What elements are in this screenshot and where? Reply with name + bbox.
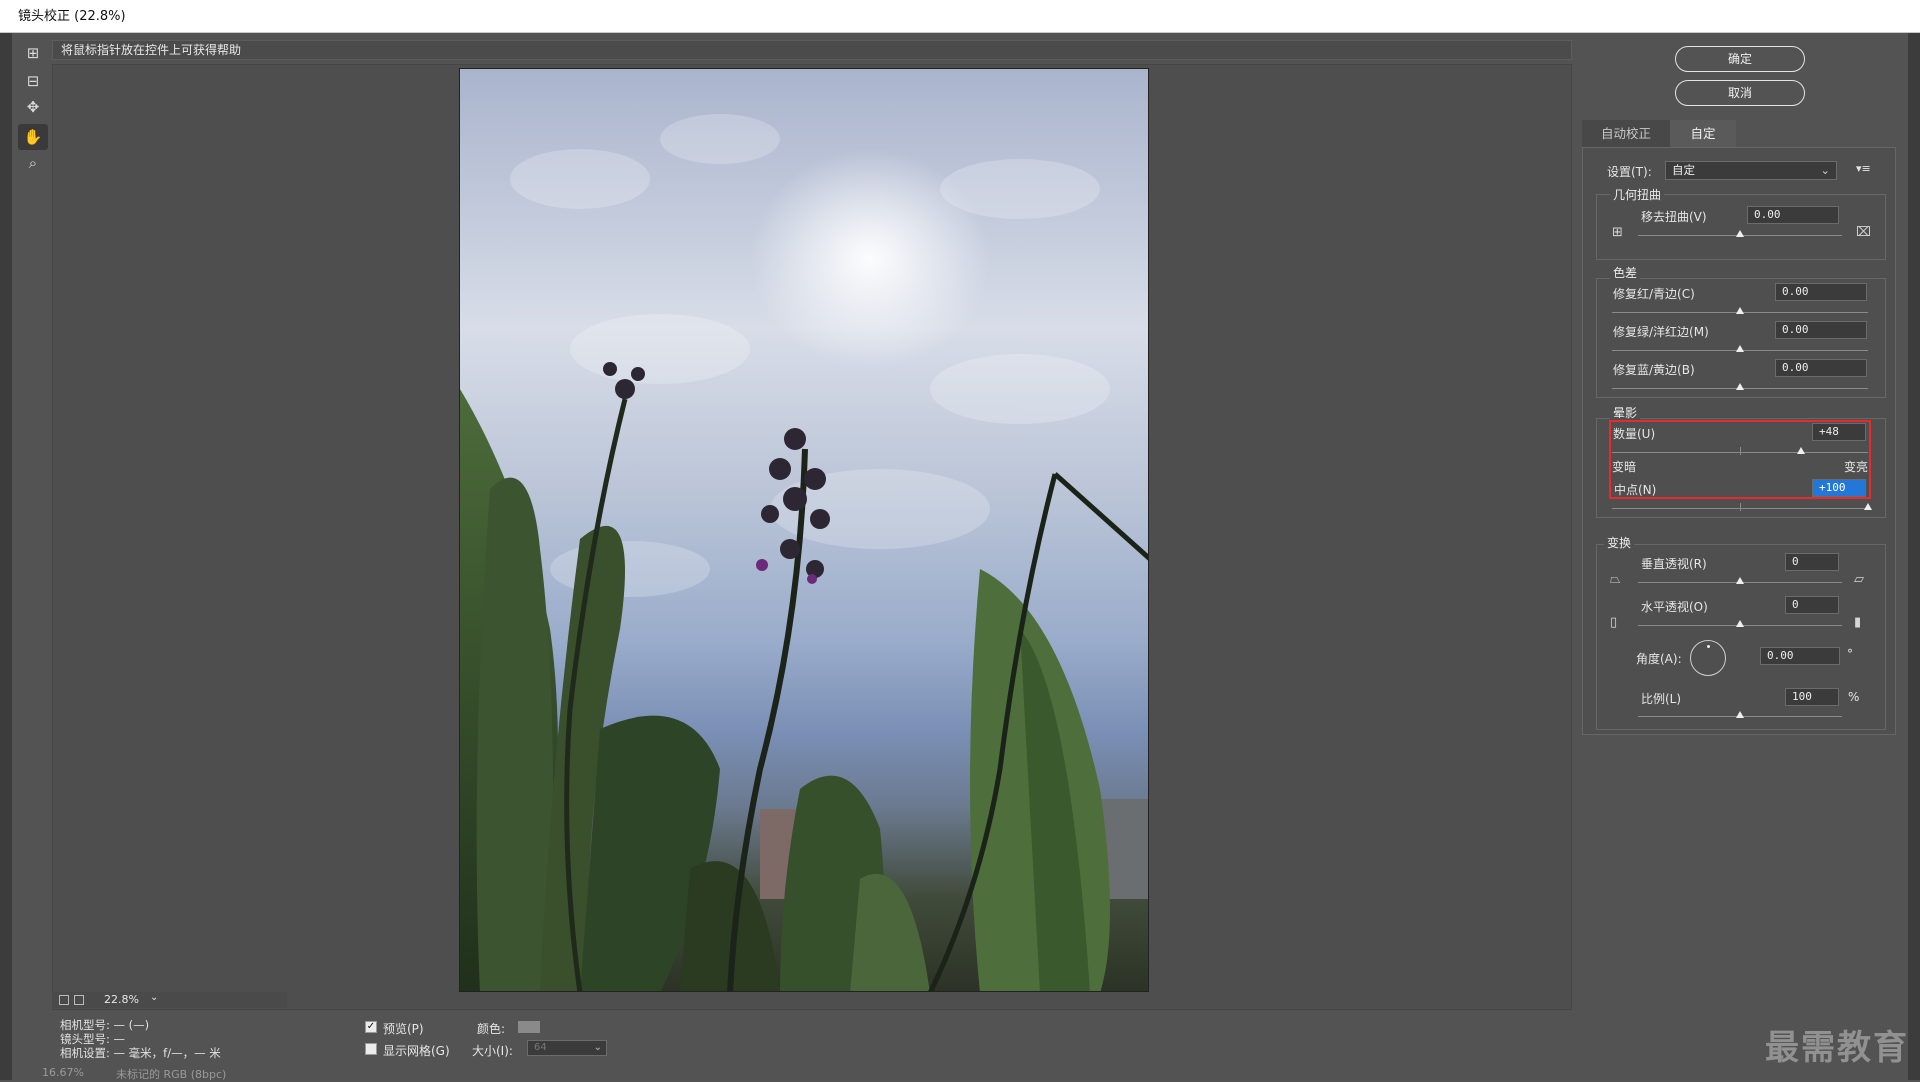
red-cyan-thumb[interactable]	[1736, 307, 1744, 314]
blue-yellow-field[interactable]: 0.00	[1775, 359, 1867, 377]
tab-auto-correction[interactable]: 自动校正	[1582, 120, 1670, 147]
cancel-button[interactable]: 取消	[1675, 80, 1805, 106]
green-magenta-thumb[interactable]	[1736, 345, 1744, 352]
tool-palette: ⊞ ⊟ ✥ ✋ ⌕	[18, 40, 50, 175]
status-bar: 16.67% 未标记的 RGB (8bpc)	[30, 1066, 1380, 1081]
camera-model-value: — (—)	[113, 1018, 150, 1032]
chromatic-aberration-title: 色差	[1610, 264, 1641, 281]
red-cyan-label: 修复红/青边(C)	[1613, 287, 1695, 301]
geometric-distortion-group	[1596, 194, 1886, 260]
hand-tool[interactable]: ✋	[18, 124, 48, 150]
right-edge	[1908, 33, 1920, 1080]
watermark-logo: 最需教育	[1765, 1028, 1909, 1068]
left-edge	[0, 33, 12, 1080]
vignette-amount-field[interactable]: +48	[1812, 423, 1866, 441]
angle-dial[interactable]	[1690, 640, 1726, 676]
pincushion-icon: ⊞	[1612, 225, 1623, 240]
zoom-out-icon[interactable]	[59, 995, 69, 1005]
lens-model-label: 镜头型号:	[60, 1032, 110, 1046]
vignette-title: 晕影	[1610, 404, 1641, 421]
remove-distortion-field[interactable]: 0.00	[1747, 206, 1839, 224]
vignette-amount-label: 数量(U)	[1613, 427, 1656, 441]
horizontal-perspective-label: 水平透视(O)	[1641, 600, 1708, 614]
preview-label: 预览(P)	[383, 1022, 424, 1036]
transform-title: 变换	[1604, 534, 1635, 551]
ok-button[interactable]: 确定	[1675, 46, 1805, 72]
tab-custom[interactable]: 自定	[1670, 120, 1736, 147]
red-cyan-field[interactable]: 0.00	[1775, 283, 1867, 301]
vertical-perspective-right-icon: ⏥	[1854, 572, 1864, 587]
horizontal-perspective-right-icon: ▮	[1854, 615, 1862, 630]
show-grid-label: 显示网格(G)	[383, 1044, 450, 1058]
horizontal-perspective-field[interactable]: 0	[1785, 596, 1839, 614]
vignette-midpoint-thumb[interactable]	[1864, 503, 1872, 510]
zoom-in-icon[interactable]	[74, 995, 84, 1005]
vignette-amount-thumb[interactable]	[1797, 447, 1806, 454]
angle-field[interactable]: 0.00	[1760, 647, 1840, 665]
window-title: 镜头校正 (22.8%)	[0, 0, 1920, 33]
show-grid-checkbox[interactable]	[365, 1043, 377, 1055]
chevron-down-icon: ⌄	[593, 1042, 602, 1053]
camera-settings-label: 相机设置:	[60, 1046, 110, 1060]
lighten-label: 变亮	[1844, 460, 1869, 474]
status-zoom: 16.67%	[42, 1066, 84, 1079]
scale-thumb[interactable]	[1736, 711, 1744, 718]
horizontal-perspective-thumb[interactable]	[1736, 620, 1744, 627]
zoom-dropdown-icon[interactable]: ⌄	[150, 992, 158, 1003]
settings-dropdown[interactable]: 自定 ⌄	[1665, 161, 1837, 180]
vertical-perspective-field[interactable]: 0	[1785, 553, 1839, 571]
chevron-down-icon: ⌄	[1820, 163, 1830, 177]
correction-tabs: 自动校正 自定	[1582, 120, 1896, 147]
straighten-tool[interactable]: ⊟	[18, 68, 48, 94]
zoom-bar: 22.8% ⌄	[52, 992, 287, 1008]
grid-color-swatch[interactable]	[518, 1021, 540, 1033]
horizontal-perspective-left-icon: ▯	[1610, 615, 1618, 630]
green-magenta-label: 修复绿/洋红边(M)	[1613, 325, 1709, 339]
green-magenta-field[interactable]: 0.00	[1775, 321, 1867, 339]
zoom-level[interactable]: 22.8%	[104, 993, 139, 1006]
remove-distortion-tool[interactable]: ⊞	[18, 40, 48, 66]
preview-image[interactable]	[459, 68, 1149, 992]
settings-menu-icon[interactable]: ▾≡	[1856, 162, 1871, 175]
camera-settings-value: — 毫米，f/—，— 米	[113, 1046, 221, 1060]
blue-yellow-thumb[interactable]	[1736, 383, 1744, 390]
geometric-distortion-title: 几何扭曲	[1610, 186, 1665, 203]
blue-yellow-label: 修复蓝/黄边(B)	[1613, 363, 1695, 377]
scale-label: 比例(L)	[1641, 692, 1682, 706]
vignette-midpoint-center-tick	[1740, 503, 1741, 511]
move-grid-tool[interactable]: ✥	[18, 94, 48, 120]
vertical-perspective-thumb[interactable]	[1736, 577, 1744, 584]
grid-size-label: 大小(I):	[472, 1044, 513, 1058]
remove-distortion-label: 移去扭曲(V)	[1641, 210, 1707, 224]
scale-unit: %	[1848, 690, 1860, 704]
settings-value: 自定	[1672, 163, 1695, 177]
grid-size-dropdown[interactable]: 64 ⌄	[527, 1040, 607, 1056]
grid-size-value: 64	[534, 1042, 547, 1053]
vignette-midpoint-label: 中点(N)	[1614, 483, 1657, 497]
camera-model-label: 相机型号:	[60, 1018, 110, 1032]
preview-checkbox[interactable]: ✓	[365, 1021, 377, 1033]
vignette-amount-center-tick	[1740, 447, 1741, 455]
vertical-perspective-label: 垂直透视(R)	[1641, 557, 1707, 571]
settings-label: 设置(T):	[1607, 165, 1652, 179]
help-bar: 将鼠标指针放在控件上可获得帮助	[52, 40, 1572, 60]
vignette-midpoint-field[interactable]: +100	[1812, 479, 1866, 497]
zoom-tool[interactable]: ⌕	[18, 150, 48, 176]
photo-illustration	[460, 114, 1148, 991]
angle-label: 角度(A):	[1636, 652, 1682, 666]
transform-group	[1596, 544, 1886, 730]
angle-unit: °	[1847, 647, 1853, 661]
darken-label: 变暗	[1612, 460, 1637, 474]
scale-field[interactable]: 100	[1785, 688, 1839, 706]
vertical-perspective-left-icon: ⏢	[1610, 572, 1621, 587]
lens-model-value: —	[113, 1032, 126, 1046]
remove-distortion-thumb[interactable]	[1736, 230, 1744, 237]
camera-info: 相机型号: — (—) 镜头型号: — 相机设置: — 毫米，f/—，— 米	[60, 1018, 221, 1060]
grid-color-label: 颜色:	[477, 1022, 506, 1036]
barrel-icon: ⌧	[1856, 225, 1871, 240]
